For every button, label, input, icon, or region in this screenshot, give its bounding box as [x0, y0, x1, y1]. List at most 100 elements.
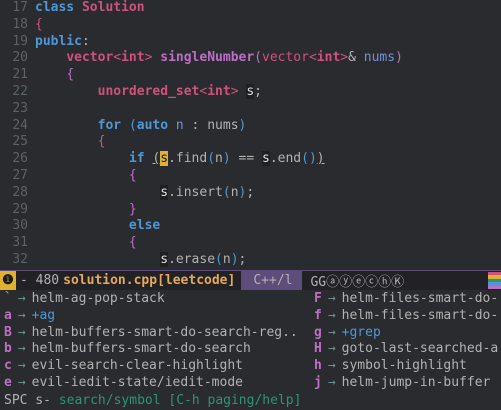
which-key-entry[interactable]: ` → helm-ag-pop-stack [4, 291, 165, 308]
line-number: 31 [12, 235, 28, 251]
code-token: { [128, 235, 137, 251]
code-line[interactable]: 30 else [0, 218, 501, 235]
code-token: ; [254, 83, 262, 99]
code-text: else [35, 218, 160, 233]
rainbow-icon [488, 272, 501, 290]
code-token: singleNumber [160, 50, 255, 66]
code-line[interactable]: 24 for (auto n : nums) [0, 118, 501, 135]
code-token: == [230, 151, 262, 167]
which-key-entry[interactable]: g → +grep [314, 325, 381, 342]
major-mode-label: C++/l [253, 273, 293, 288]
code-editor[interactable]: 17 class Solution 18{19 public: 20 vector<in… [0, 0, 501, 270]
code-token: .end [269, 151, 302, 167]
which-key-command: evil-iedit-state/iedit-mode [31, 374, 243, 390]
code-token: class [35, 0, 75, 15]
line-number: 28 [12, 184, 28, 200]
code-token: n [230, 184, 239, 200]
code-text: { [35, 168, 137, 183]
which-key-entry[interactable]: h → symbol-highlight [314, 358, 467, 375]
code-line[interactable]: 20 vector<int> singleNumber(vector<int>&… [0, 50, 501, 67]
code-text: s.insert(n); [35, 184, 254, 200]
which-key-entry[interactable]: H → goto-last-searched-a [314, 341, 498, 358]
major-mode-indicator[interactable]: C++/l [241, 271, 303, 290]
code-token: if [128, 151, 145, 167]
which-key-key: h [314, 358, 322, 374]
which-key-key: ` [4, 291, 12, 306]
code-token: { [128, 167, 137, 183]
code-token: Solution [81, 0, 145, 15]
code-text: s.erase(n); [35, 251, 246, 267]
code-line[interactable]: 32 s.erase(n); [0, 251, 501, 269]
arrow-right-icon: → [327, 374, 336, 390]
code-token: () [301, 151, 317, 167]
code-token: s [246, 83, 255, 99]
code-token: ) [230, 251, 239, 267]
code-line[interactable]: 21 { [0, 67, 501, 84]
key-prefix: SPC s- [4, 393, 51, 408]
which-key-entry[interactable]: F → helm-files-smart-do- [314, 291, 498, 308]
code-token: ( [222, 184, 231, 200]
code-token: ) [238, 117, 247, 133]
code-token: else [128, 218, 161, 234]
code-token: s [160, 184, 169, 200]
line-number: 20 [12, 50, 28, 66]
code-text: { [35, 67, 74, 82]
code-line[interactable]: 31 { [0, 235, 501, 252]
code-token: { [35, 16, 43, 32]
code-line[interactable]: 25 { [0, 134, 501, 151]
line-number: 19 [12, 33, 28, 49]
code-token: s [160, 251, 169, 267]
file-name-label: solution.cpp [63, 273, 158, 288]
line-number: 32 [12, 251, 28, 267]
code-line[interactable]: 26 if (s.find(n) == s.end()) [0, 151, 501, 168]
code-text: { [35, 17, 43, 32]
code-token: s [262, 151, 270, 167]
arrow-right-icon: → [327, 358, 336, 374]
which-key-entry[interactable]: j → helm-jump-in-buffer [314, 375, 490, 392]
code-token: n [175, 117, 184, 133]
code-token: : nums [183, 117, 239, 133]
which-key-entry[interactable]: c → evil-search-clear-highlight [4, 358, 243, 375]
code-token: int [121, 50, 145, 66]
which-key-entry[interactable]: B → helm-buffers-smart-do-search-reg.. [4, 325, 298, 342]
code-token: ( [215, 251, 223, 267]
line-number: 25 [12, 134, 28, 150]
which-key-command: helm-ag-pop-stack [31, 291, 165, 306]
code-text: if (s.find(n) == s.end()) [35, 151, 325, 167]
line-number: 17 [12, 0, 28, 15]
which-key-command: helm-buffers-smart-do-search [31, 341, 251, 357]
code-line[interactable]: 23 [0, 101, 501, 118]
which-key-entry[interactable]: a → +ag [4, 308, 55, 325]
code-line[interactable]: 28 s.insert(n); [0, 184, 501, 202]
code-line[interactable]: 19 public: [0, 34, 501, 51]
code-text: unordered_set<int> s; [35, 83, 262, 99]
arrow-right-icon: → [17, 324, 26, 340]
code-line[interactable]: 18 { [0, 17, 501, 34]
line-number: 26 [12, 151, 28, 167]
echo-area: SPC s- search/symbol [C-h paging/help] [0, 392, 501, 410]
code-token: ) [395, 50, 403, 66]
which-key-command: helm-files-smart-do- [341, 291, 499, 306]
code-line[interactable]: 22 unordered_set<int> s; [0, 83, 501, 101]
which-key-entry[interactable]: f → helm-files-smart-do- [314, 308, 498, 325]
which-key-command: +grep [341, 324, 381, 340]
code-line[interactable]: 29 } [0, 202, 501, 219]
code-line[interactable]: 17 class Solution [0, 0, 501, 17]
code-text: class Solution [35, 0, 145, 15]
line-number: 22 [12, 83, 28, 99]
code-line[interactable]: 27 { [0, 168, 501, 185]
code-token: nums [363, 50, 396, 66]
which-key-command: helm-buffers-smart-do-search-reg.. [31, 324, 298, 340]
minor-modes-indicator[interactable]: GGⓐⓨⓔⓒⓗⓀ [310, 271, 410, 290]
which-key-entry[interactable]: e → evil-iedit-state/iedit-mode [4, 375, 243, 392]
mode-line: ❶ - 480 solution.cpp[leetcode] C++/l GGⓐ… [0, 270, 501, 290]
which-key-entry[interactable]: b → helm-buffers-smart-do-search [4, 341, 251, 358]
which-key-command: helm-jump-in-buffer [341, 374, 491, 390]
arrow-right-icon: → [17, 358, 26, 374]
buffer-file-name[interactable]: solution.cpp[leetcode] [63, 273, 241, 288]
code-token: ) [222, 151, 231, 167]
arrow-right-icon: → [327, 341, 336, 357]
which-key-row: ` → helm-ag-pop-stack F → helm-files-smart-do… [0, 291, 501, 308]
line-number: 29 [12, 201, 28, 217]
